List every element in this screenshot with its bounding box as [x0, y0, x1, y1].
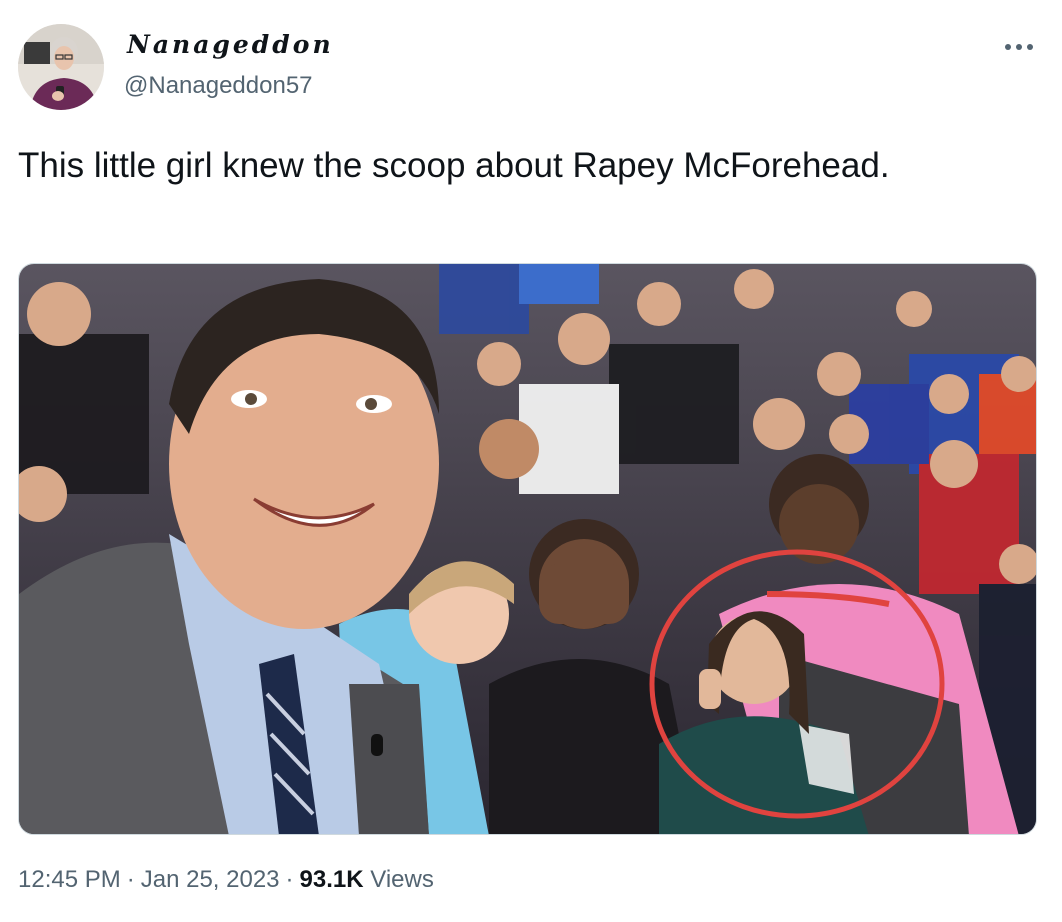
meta-separator: · — [285, 866, 294, 893]
author-handle[interactable]: @Nanageddon57 — [124, 72, 313, 100]
meta-separator: · — [126, 866, 135, 893]
views-count: 93.1K — [299, 866, 364, 893]
tweet-photo[interactable] — [18, 263, 1037, 835]
views-label: Views — [370, 866, 434, 893]
tweet-date[interactable]: Jan 25, 2023 — [141, 866, 280, 893]
tweet: Nanageddon @Nanageddon57 This little gir… — [0, 0, 1062, 922]
tweet-meta: 12:45 PM · Jan 25, 2023 · 93.1K Views — [18, 866, 434, 894]
more-horizontal-icon[interactable] — [1002, 30, 1036, 64]
author-display-name[interactable]: Nanageddon — [127, 30, 334, 59]
tweet-text: This little girl knew the scoop about Ra… — [18, 146, 890, 185]
tweet-time[interactable]: 12:45 PM — [18, 866, 121, 893]
author-avatar[interactable] — [18, 24, 104, 110]
